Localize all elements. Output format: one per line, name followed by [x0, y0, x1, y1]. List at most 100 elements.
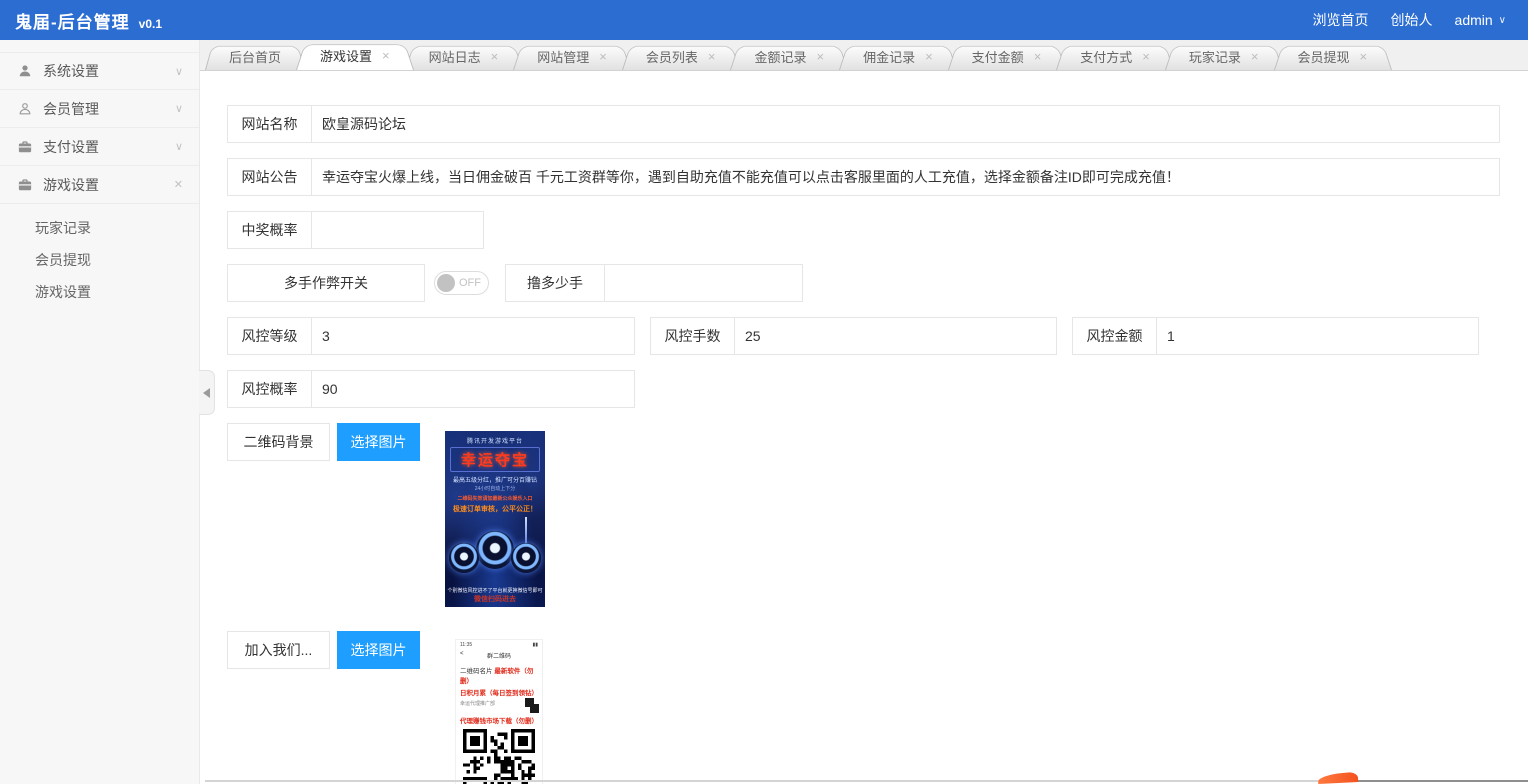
site-notice-input[interactable] — [312, 158, 1500, 196]
close-icon[interactable]: × — [925, 49, 933, 64]
close-icon[interactable]: × — [1142, 49, 1150, 64]
tab-player-records[interactable]: 玩家记录 × — [1165, 42, 1283, 70]
hands-label: 撸多少手 — [505, 264, 605, 302]
site-name-input[interactable] — [312, 105, 1500, 143]
qr-bg-pick-image-button[interactable]: 选择图片 — [337, 423, 420, 461]
phone-time: 11:35 — [460, 642, 472, 648]
risk-amount-input[interactable] — [1157, 317, 1479, 355]
risk-level-input[interactable] — [312, 317, 635, 355]
top-header: 鬼届-后台管理 v0.1 浏览首页 创始人 admin ∨ — [0, 0, 1528, 40]
cheat-switch-label: 多手作弊开关 — [227, 264, 425, 302]
win-rate-label: 中奖概率 — [227, 211, 312, 249]
tab-label: 金额记录 — [754, 47, 806, 66]
cheat-switch-toggle[interactable]: OFF — [434, 271, 489, 295]
close-icon[interactable]: × — [599, 49, 607, 64]
briefcase-icon — [18, 177, 33, 192]
tab-member-withdraw[interactable]: 会员提现 × — [1274, 42, 1392, 70]
user-icon — [18, 64, 33, 79]
poster-speakers-art — [445, 517, 545, 581]
close-icon[interactable]: × — [382, 48, 390, 63]
tab-home[interactable]: 后台首页 — [205, 42, 305, 70]
phone-line2: 日积月累（每日签到领钻） — [456, 687, 542, 697]
site-name-group: 网站名称 — [227, 105, 1528, 143]
sidebar-subitem-member-withdraw[interactable]: 会员提现 — [0, 244, 199, 276]
sidebar-item-label: 系统设置 — [43, 61, 175, 81]
poster-line1: 最高五级分红，推广可分百赚钻 — [445, 475, 545, 484]
tab-amount-records[interactable]: 金额记录 × — [730, 42, 848, 70]
sidebar-subitem-player-records[interactable]: 玩家记录 — [0, 212, 199, 244]
risk-rate-group: 风控概率 — [227, 370, 1528, 408]
close-icon[interactable]: × — [1360, 49, 1368, 64]
sidebar-item-payment-settings[interactable]: 支付设置 ∨ — [0, 128, 199, 166]
phone-line1: 二维码名片 最新软件（勿删） — [456, 665, 542, 685]
nav-founder[interactable]: 创始人 — [1391, 10, 1433, 30]
nav-browse-home[interactable]: 浏览首页 — [1313, 10, 1369, 30]
chevron-down-icon: ∨ — [1499, 15, 1506, 26]
poster-top-text: 腾讯开发游戏平台 — [445, 436, 545, 445]
tab-member-list[interactable]: 会员列表 × — [622, 42, 740, 70]
tab-commission-records[interactable]: 佣金记录 × — [839, 42, 957, 70]
close-icon[interactable]: × — [816, 49, 824, 64]
win-rate-group: 中奖概率 — [227, 211, 1528, 249]
hands-group: 撸多少手 — [505, 264, 803, 302]
poster-bottom-text: 个别微信风控进不了平台就更换微信号即可 — [445, 587, 545, 594]
back-icon: < — [460, 651, 464, 657]
tab-pay-method[interactable]: 支付方式 × — [1056, 42, 1174, 70]
tab-label: 游戏设置 — [320, 46, 372, 65]
sidebar-item-member-manage[interactable]: 会员管理 ∨ — [0, 90, 199, 128]
sidebar-submenu: 玩家记录 会员提现 游戏设置 — [0, 204, 199, 308]
horizontal-scrollbar-track[interactable] — [205, 780, 1355, 782]
brand-version: v0.1 — [139, 17, 162, 31]
tab-label: 支付方式 — [1080, 47, 1132, 66]
tab-label: 佣金记录 — [863, 47, 915, 66]
brand-title: 鬼届-后台管理 — [15, 8, 130, 33]
close-icon[interactable]: × — [491, 49, 499, 64]
briefcase-icon — [18, 139, 33, 154]
phone-nav-bar: < 群二维码 — [456, 651, 542, 660]
sidebar-collapse-handle[interactable] — [199, 370, 215, 415]
tab-label: 会员列表 — [646, 47, 698, 66]
username: admin — [1455, 12, 1493, 28]
tab-game-settings[interactable]: 游戏设置 × — [296, 40, 414, 70]
tab-site-manage[interactable]: 网站管理 × — [513, 42, 631, 70]
hands-input[interactable] — [605, 264, 803, 302]
cheat-switch-row: 多手作弊开关 OFF 撸多少手 — [227, 264, 1528, 302]
sidebar-item-game-settings[interactable]: 游戏设置 ✕ — [0, 166, 199, 204]
site-notice-group: 网站公告 — [227, 158, 1528, 196]
site-notice-label: 网站公告 — [227, 158, 312, 196]
speaker-icon — [511, 543, 541, 573]
brand: 鬼届-后台管理 v0.1 — [15, 8, 162, 33]
risk-hands-input[interactable] — [735, 317, 1057, 355]
settings-form: 网站名称 网站公告 中奖概率 多手作弊开关 OFF 撸多少手 风控等级 — [200, 71, 1528, 784]
poster-line2: 24小时自动上下分 — [445, 485, 545, 492]
poster-title: 幸运夺宝 — [450, 447, 540, 472]
toggle-state-label: OFF — [459, 277, 481, 289]
sidebar-item-system-settings[interactable]: 系统设置 ∨ — [0, 52, 199, 90]
site-name-label: 网站名称 — [227, 105, 312, 143]
close-icon[interactable]: × — [1251, 49, 1259, 64]
chevron-down-icon: ∨ — [175, 140, 183, 153]
tab-pay-amount[interactable]: 支付金额 × — [948, 42, 1066, 70]
toggle-knob — [437, 274, 455, 292]
tab-label: 网站管理 — [537, 47, 589, 66]
tab-label: 会员提现 — [1298, 47, 1350, 66]
chevron-down-icon: ∨ — [175, 102, 183, 115]
win-rate-input[interactable] — [312, 211, 484, 249]
close-icon[interactable]: × — [1034, 49, 1042, 64]
sidebar-subitem-game-settings[interactable]: 游戏设置 — [0, 276, 199, 308]
horizontal-scrollbar-thumb[interactable] — [1355, 780, 1528, 782]
poster-line4: 极速订单审核，公平公正！ — [445, 504, 545, 514]
join-us-preview-image: 11:35 ▮▮ < 群二维码 二维码名片 最新软件（勿删） 日积月累（每日签到… — [455, 639, 543, 784]
header-nav: 浏览首页 创始人 admin ∨ — [1313, 10, 1506, 30]
risk-rate-input[interactable] — [312, 370, 635, 408]
risk-rate-label: 风控概率 — [227, 370, 312, 408]
qr-code — [463, 729, 535, 784]
risk-amount-label: 风控金额 — [1072, 317, 1157, 355]
phone-line3-text: 幸运代理推广部 — [460, 701, 495, 707]
tab-site-log[interactable]: 网站日志 × — [405, 42, 523, 70]
close-icon[interactable]: × — [708, 49, 716, 64]
phone-line4: 代理赚钱市场下载（勿删） — [456, 715, 542, 725]
sidebar: 系统设置 ∨ 会员管理 ∨ 支付设置 ∨ 游戏设置 ✕ 玩家记录 会员提现 游戏… — [0, 40, 200, 784]
user-menu[interactable]: admin ∨ — [1455, 12, 1506, 28]
join-us-pick-image-button[interactable]: 选择图片 — [337, 631, 420, 669]
